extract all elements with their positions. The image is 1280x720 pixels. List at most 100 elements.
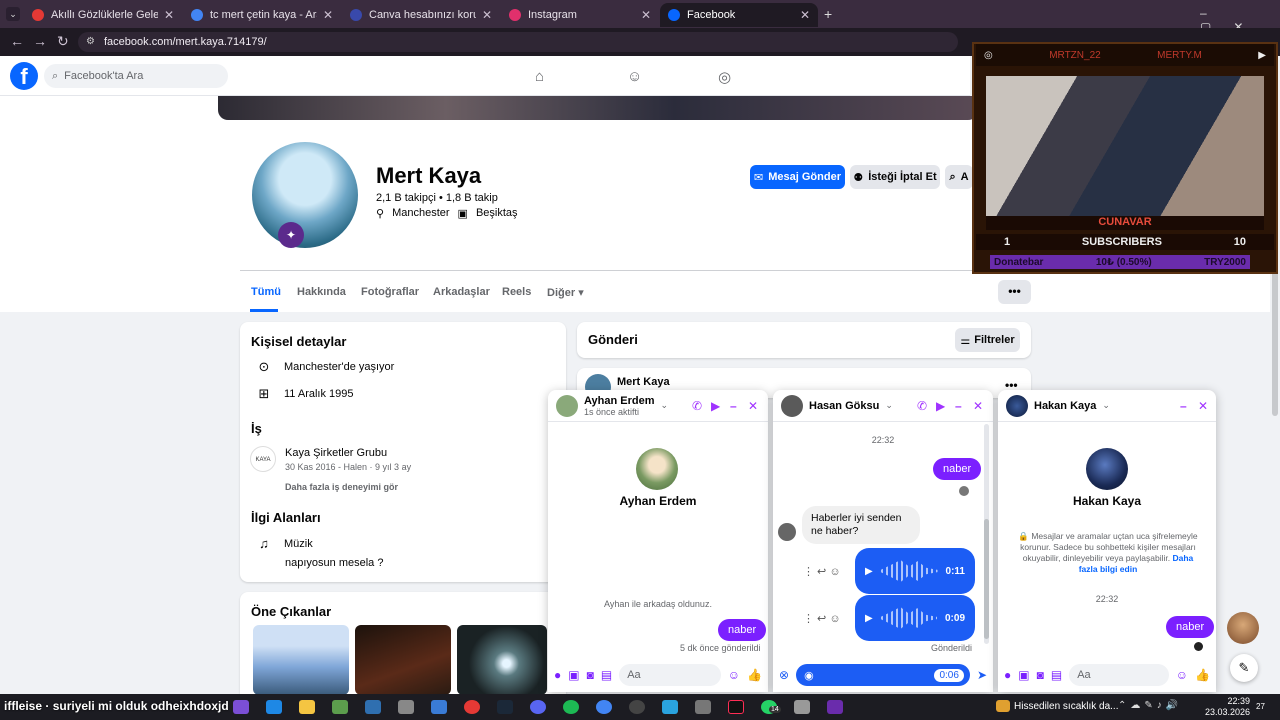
new-tab-button[interactable]: + <box>824 6 832 22</box>
facebook-search-input[interactable]: ⌕ Facebook'ta Ara <box>44 64 228 88</box>
image-icon[interactable]: ▣ <box>568 668 579 682</box>
tab-reels[interactable]: Reels <box>502 286 531 298</box>
minimize-icon[interactable]: – <box>730 399 737 413</box>
tab-friends[interactable]: Arkadaşlar <box>433 286 490 298</box>
company-name[interactable]: Kaya Şirketler Grubu <box>285 447 387 459</box>
video-icon[interactable]: ▶ <box>936 399 945 413</box>
steam-icon[interactable] <box>497 700 513 714</box>
tiktok-icon[interactable] <box>728 700 744 714</box>
message-actions-icons[interactable]: ⋮ ↩ ☺ <box>803 565 841 578</box>
facebook-logo[interactable]: f <box>10 62 38 90</box>
message-input[interactable]: Aa <box>1069 664 1169 686</box>
opera-icon[interactable] <box>464 700 480 714</box>
gif-icon[interactable]: ▤ <box>601 668 612 682</box>
tab-all[interactable]: Tümü <box>251 286 281 298</box>
gif-icon[interactable]: ▤ <box>1051 668 1062 682</box>
back-icon[interactable]: ← <box>10 33 24 49</box>
browser-tab[interactable]: tc mert çetin kaya - Arama Son ✕ <box>183 3 341 27</box>
filter-button[interactable]: ⚌ Filtreler <box>955 328 1020 352</box>
like-icon[interactable]: 👍 <box>747 668 762 682</box>
new-message-icon[interactable]: ✎ <box>1230 654 1258 682</box>
emoji-icon[interactable]: ☺ <box>1176 668 1188 682</box>
message-button[interactable]: ✉ Mesaj Gönder <box>750 165 845 189</box>
like-icon[interactable]: 👍 <box>1195 668 1210 682</box>
tab-search-icon[interactable]: ⌄ <box>6 7 20 21</box>
more-work-link[interactable]: Daha fazla iş deneyimi gör <box>285 482 398 492</box>
taskbar-app-icon[interactable] <box>827 700 843 714</box>
settings-icon[interactable] <box>695 700 711 714</box>
cancel-request-button[interactable]: ⚉ İsteği İptal Et <box>850 165 940 189</box>
highlight-thumbnail[interactable] <box>253 625 349 695</box>
close-icon[interactable]: ✕ <box>748 399 758 413</box>
system-tray-icons[interactable]: ⌃☁✎♪🔊 <box>1118 700 1182 711</box>
taskbar-app-icon[interactable] <box>398 700 414 714</box>
profile-stats[interactable]: 2,1 B takipçi • 1,8 B takip <box>376 192 498 204</box>
browser-tab[interactable]: Instagram ✕ <box>501 3 659 27</box>
reload-icon[interactable]: ↻ <box>57 33 69 50</box>
whatsapp-icon[interactable]: 14 <box>761 700 781 714</box>
browser-tab[interactable]: Canva hesabınızı koruyun ✕ <box>342 3 500 27</box>
url-field[interactable]: facebook.com/mert.kaya.714179/ <box>78 32 958 52</box>
image-icon[interactable]: ▣ <box>1018 668 1029 682</box>
edge-icon[interactable] <box>266 700 282 714</box>
browser-tab[interactable]: Akıllı Gözlüklerle Geleceği G ✕ <box>24 3 182 27</box>
folder-icon[interactable] <box>299 700 315 714</box>
home-icon[interactable]: ⌂ <box>535 68 544 85</box>
highlight-thumbnail[interactable] <box>457 625 547 695</box>
stop-icon[interactable]: ◉ <box>804 669 814 682</box>
minimize-icon[interactable]: – <box>955 399 962 413</box>
cancel-recording-icon[interactable]: ⊗ <box>779 668 789 682</box>
close-tab-icon[interactable]: ✕ <box>482 8 492 22</box>
play-icon[interactable]: ▶ <box>865 566 873 577</box>
chrome-icon[interactable] <box>596 700 612 714</box>
voice-message[interactable]: ▶ 0:09 <box>855 595 975 641</box>
sent-message[interactable]: naber <box>1166 616 1215 638</box>
taskbar-app-icon[interactable] <box>794 700 810 714</box>
taskbar-app-icon[interactable] <box>662 700 678 714</box>
mic-icon[interactable]: ● <box>1004 668 1011 682</box>
phone-icon[interactable]: ✆ <box>692 399 702 413</box>
sticker-icon[interactable]: ◙ <box>587 668 594 682</box>
groups-icon[interactable]: ◎ <box>718 68 731 86</box>
chat-head-avatar[interactable] <box>1227 612 1259 644</box>
send-icon[interactable]: ➤ <box>977 668 987 682</box>
sent-message[interactable]: naber <box>718 619 767 641</box>
tab-more[interactable]: Diğer ▾ <box>547 286 584 299</box>
play-icon[interactable]: ▶ <box>865 613 873 624</box>
message-input[interactable]: Aa <box>619 664 721 686</box>
site-info-icon[interactable]: ⚙ <box>86 36 95 47</box>
post-author[interactable]: Mert Kaya <box>617 376 670 388</box>
profile-more-button[interactable]: ••• <box>998 280 1031 304</box>
close-icon[interactable]: ✕ <box>973 399 983 413</box>
close-icon[interactable]: ✕ <box>1198 399 1208 413</box>
sent-message[interactable]: naber <box>933 458 982 480</box>
obs-icon[interactable] <box>629 700 645 714</box>
sticker-icon[interactable]: ◙ <box>1037 668 1044 682</box>
taskbar-app-icon[interactable] <box>332 700 348 714</box>
taskbar-app-icon[interactable] <box>233 700 249 714</box>
recording-bar[interactable]: ◉ 0:06 <box>796 664 970 686</box>
video-icon[interactable]: ▶ <box>711 399 720 413</box>
close-tab-icon[interactable]: ✕ <box>641 8 651 22</box>
weather-text[interactable]: Hissedilen sıcaklık da... <box>1014 701 1119 712</box>
taskbar-clock[interactable]: 22:39 23.03.2026 <box>1205 696 1250 718</box>
profile-search-button[interactable]: ⌕ A <box>945 165 973 189</box>
taskbar-app-icon[interactable] <box>365 700 381 714</box>
spotify-icon[interactable] <box>563 700 579 714</box>
emoji-icon[interactable]: ☺ <box>728 668 740 682</box>
voice-message[interactable]: ▶ 0:11 <box>855 548 975 594</box>
minimize-icon[interactable]: – <box>1180 399 1187 413</box>
phone-icon[interactable]: ✆ <box>917 399 927 413</box>
browser-tab-active[interactable]: Facebook ✕ <box>660 3 818 27</box>
mic-icon[interactable]: ● <box>554 668 561 682</box>
forward-icon[interactable]: → <box>33 33 47 49</box>
music-value[interactable]: napıyosun mesela ? <box>285 557 383 569</box>
notification-count[interactable]: 27 <box>1256 702 1265 711</box>
tab-about[interactable]: Hakkında <box>297 286 346 298</box>
tab-photos[interactable]: Fotoğraflar <box>361 286 419 298</box>
weather-icon[interactable] <box>996 700 1010 712</box>
cover-photo[interactable] <box>218 96 978 120</box>
profile-avatar[interactable] <box>249 139 361 251</box>
close-tab-icon[interactable]: ✕ <box>164 8 174 22</box>
close-tab-icon[interactable]: ✕ <box>323 8 333 22</box>
